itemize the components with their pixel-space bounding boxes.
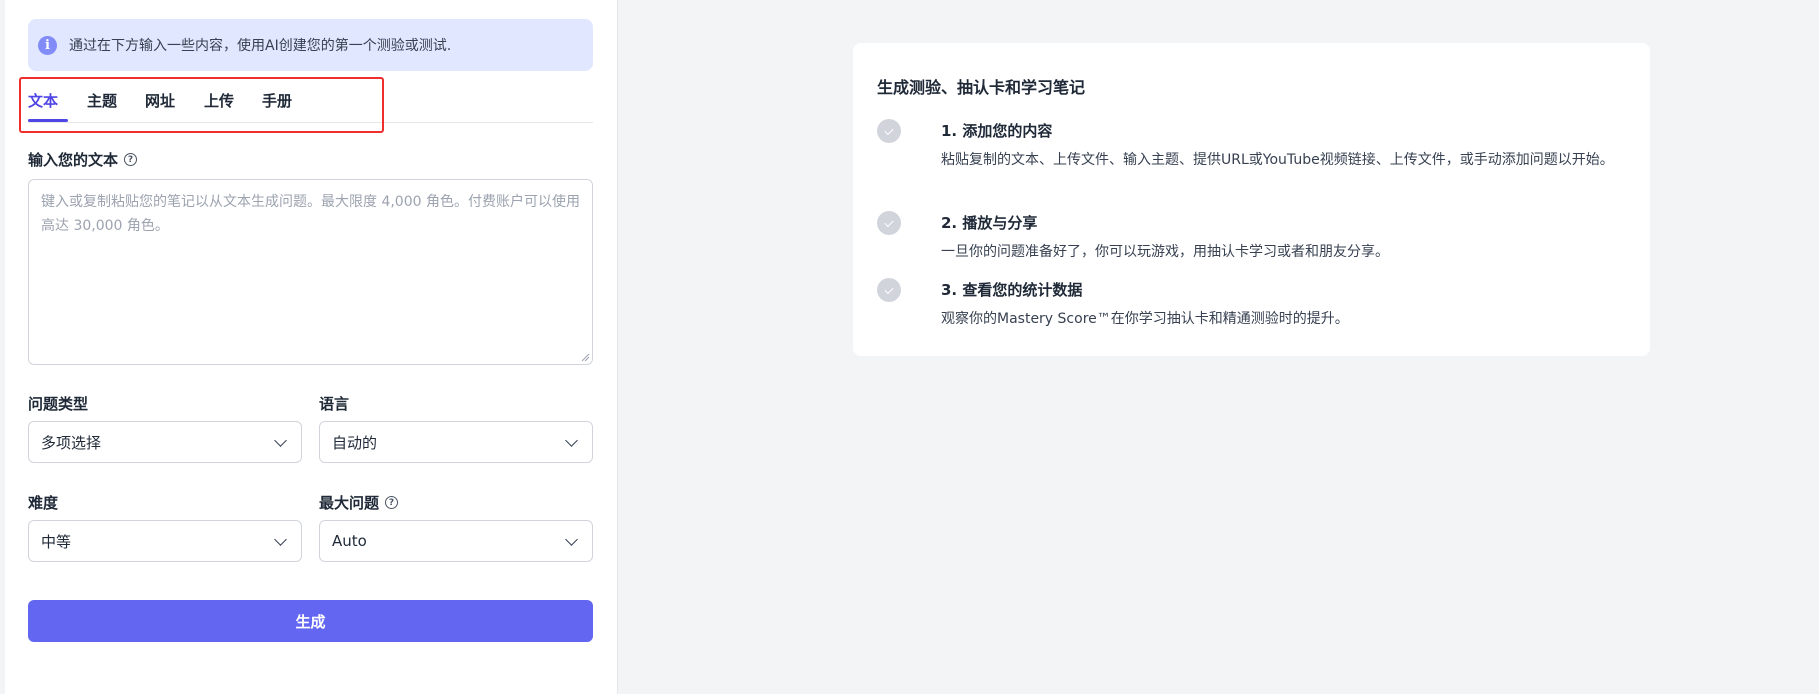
- chevron-down-icon: [565, 532, 578, 546]
- help-circle-icon[interactable]: ?: [124, 153, 138, 166]
- max-questions-value: Auto: [332, 532, 367, 550]
- help-circle-icon[interactable]: ?: [385, 496, 399, 509]
- question-type-value: 多项选择: [41, 433, 102, 452]
- difficulty-value: 中等: [41, 532, 72, 551]
- notes-textarea[interactable]: [28, 179, 593, 365]
- tab-url[interactable]: 网址: [145, 90, 175, 111]
- chevron-down-icon: [274, 433, 287, 447]
- tab-topic[interactable]: 主题: [87, 90, 117, 111]
- chevron-down-icon: [274, 532, 287, 546]
- active-tab-indicator: [28, 119, 68, 122]
- check-circle-icon: [877, 211, 901, 235]
- input-mode-tabs: 文本 主题 网址 上传 手册: [28, 78, 593, 123]
- check-circle-icon: [877, 278, 901, 302]
- step-title: 3. 查看您的统计数据: [941, 281, 1083, 299]
- step-description: 观察你的Mastery Score™在你学习抽认卡和精通测验时的提升。: [941, 311, 1349, 327]
- tab-manual[interactable]: 手册: [262, 90, 292, 111]
- language-label: 语言: [319, 395, 350, 413]
- card-title: 生成测验、抽认卡和学习笔记: [877, 78, 1086, 97]
- tab-text[interactable]: 文本: [28, 90, 58, 111]
- difficulty-select[interactable]: 中等: [28, 520, 302, 562]
- chevron-down-icon: [565, 433, 578, 447]
- step-title: 1. 添加您的内容: [941, 122, 1053, 140]
- step-description: 粘贴复制的文本、上传文件、输入主题、提供URL或YouTube视频链接、上传文件…: [941, 152, 1614, 168]
- info-icon: i: [38, 35, 57, 55]
- max-questions-select[interactable]: Auto: [319, 520, 593, 562]
- info-banner: i 通过在下方输入一些内容，使用AI创建您的第一个测验或测试.: [28, 19, 593, 71]
- language-select[interactable]: 自动的: [319, 421, 593, 463]
- difficulty-label: 难度: [28, 494, 59, 512]
- text-input-label-text: 输入您的文本: [28, 151, 119, 169]
- left-edge: [0, 0, 5, 694]
- question-type-select[interactable]: 多项选择: [28, 421, 302, 463]
- generate-button[interactable]: 生成: [28, 600, 593, 642]
- how-it-works-card: 生成测验、抽认卡和学习笔记 1. 添加您的内容 粘贴复制的文本、上传文件、输入主…: [853, 43, 1650, 356]
- quiz-generator-panel: i 通过在下方输入一些内容，使用AI创建您的第一个测验或测试. 文本 主题 网址…: [0, 0, 618, 694]
- step-title: 2. 播放与分享: [941, 214, 1038, 232]
- step-description: 一旦你的问题准备好了，你可以玩游戏，用抽认卡学习或者和朋友分享。: [941, 244, 1389, 260]
- question-type-label: 问题类型: [28, 395, 89, 413]
- tab-upload[interactable]: 上传: [204, 90, 234, 111]
- text-input-label: 输入您的文本 ?: [28, 149, 138, 170]
- info-banner-text: 通过在下方输入一些内容，使用AI创建您的第一个测验或测试.: [69, 38, 452, 54]
- max-questions-label-text: 最大问题: [319, 494, 380, 512]
- check-circle-icon: [877, 119, 901, 143]
- language-value: 自动的: [332, 433, 378, 452]
- max-questions-label: 最大问题 ?: [319, 492, 399, 513]
